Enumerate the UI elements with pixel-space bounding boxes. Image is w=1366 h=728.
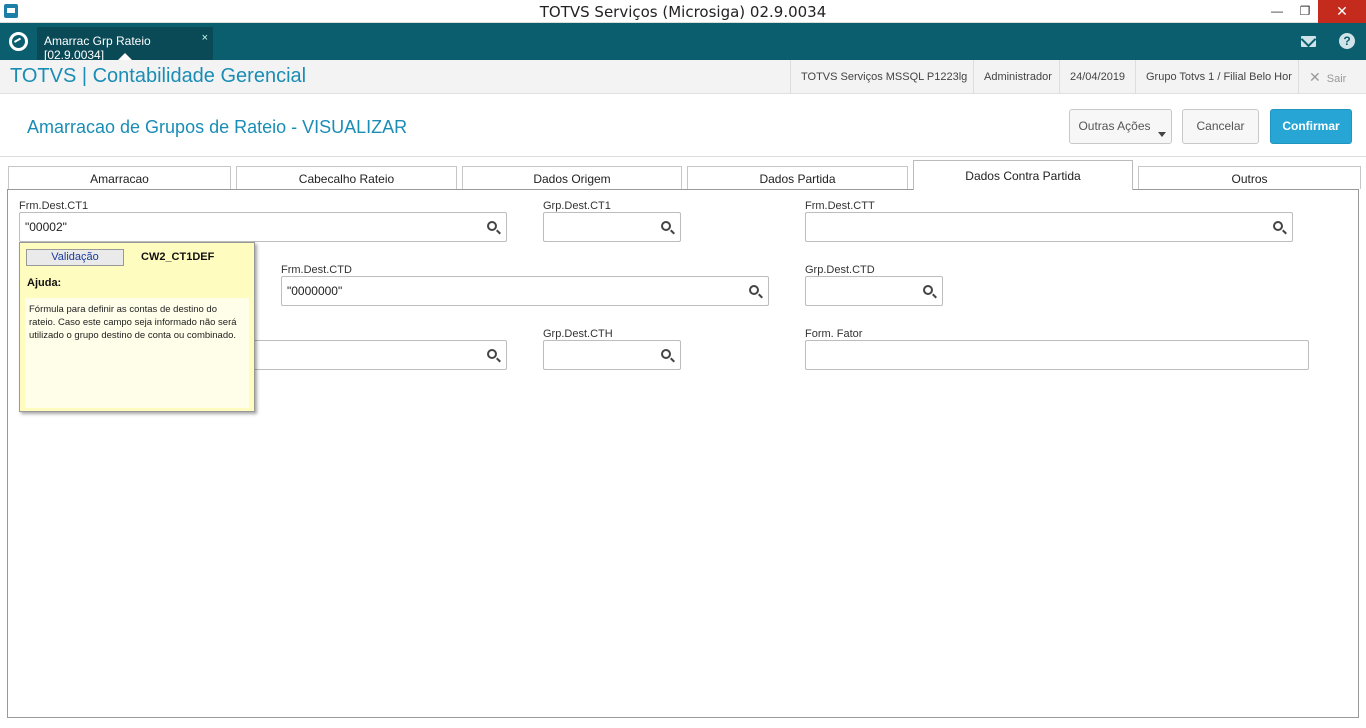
help-label: Ajuda: — [27, 277, 62, 289]
frm-dest-ct1-label: Frm.Dest.CT1 — [19, 200, 89, 212]
search-icon[interactable] — [749, 285, 759, 295]
exit-icon: ✕ — [1309, 69, 1321, 85]
user-info: Administrador — [973, 60, 1062, 94]
search-icon[interactable] — [661, 349, 671, 359]
active-tab-arrow-icon — [118, 53, 132, 60]
help-tooltip: Validação CW2_CT1DEF Ajuda: Fórmula para… — [19, 242, 255, 412]
form-header: Amarracao de Grupos de Rateio - VISUALIZ… — [8, 101, 1358, 154]
exit-label: Sair — [1326, 73, 1347, 85]
frm-dest-ctd-label: Frm.Dest.CTD — [281, 264, 352, 276]
tab-dados-origem[interactable]: Dados Origem — [462, 166, 682, 189]
help-text: Fórmula para definir as contas de destin… — [25, 298, 249, 408]
form-fator-field[interactable] — [805, 340, 1309, 370]
search-icon[interactable] — [661, 221, 671, 231]
grp-dest-ctd-label: Grp.Dest.CTD — [805, 264, 875, 276]
frm-dest-ctd-field[interactable]: "0000000" — [281, 276, 769, 306]
frm-dest-ct1-value: "00002" — [25, 220, 67, 234]
outras-acoes-button[interactable]: Outras Ações — [1069, 109, 1172, 144]
app-tabbar: Amarrac Grp Rateio [02.9.0034] × ? — [0, 23, 1366, 62]
validation-button[interactable]: Validação — [26, 249, 124, 266]
frm-dest-ctt-label: Frm.Dest.CTT — [805, 200, 875, 212]
outras-acoes-label: Outras Ações — [1078, 119, 1151, 133]
tab-dados-partida[interactable]: Dados Partida — [687, 166, 908, 189]
document-tab-label: Amarrac Grp Rateio [02.9.0034] — [44, 34, 151, 62]
tab-cabecalho-rateio[interactable]: Cabecalho Rateio — [236, 166, 457, 189]
chevron-down-icon — [1158, 132, 1166, 137]
search-icon[interactable] — [923, 285, 933, 295]
close-icon[interactable]: ✕ — [1318, 0, 1366, 23]
close-tab-icon[interactable]: × — [202, 32, 208, 44]
cancel-button[interactable]: Cancelar — [1182, 109, 1259, 144]
window-title: TOTVS Serviços (Microsiga) 02.9.0034 — [539, 3, 827, 21]
tab-dados-contra-partida[interactable]: Dados Contra Partida — [913, 160, 1133, 190]
form-fator-label: Form. Fator — [805, 328, 863, 340]
help-icon[interactable]: ? — [1339, 33, 1355, 49]
date-info: 24/04/2019 — [1059, 60, 1135, 94]
frm-dest-ct1-field[interactable]: "00002" — [19, 212, 507, 242]
totvs-logo-icon[interactable] — [9, 32, 28, 51]
field-id: CW2_CT1DEF — [141, 251, 215, 263]
grp-dest-cth-field[interactable] — [543, 340, 681, 370]
header-divider — [0, 156, 1366, 157]
mail-icon[interactable] — [1301, 36, 1316, 47]
server-info: TOTVS Serviços MSSQL P1223lg — [790, 60, 977, 94]
tab-amarracao[interactable]: Amarracao — [8, 166, 231, 189]
document-tab[interactable]: Amarrac Grp Rateio [02.9.0034] × — [37, 27, 213, 62]
form-title: Amarracao de Grupos de Rateio - VISUALIZ… — [27, 117, 408, 137]
tab-outros[interactable]: Outros — [1138, 166, 1361, 189]
exit-button[interactable]: ✕ Sair — [1298, 60, 1356, 94]
search-icon[interactable] — [487, 221, 497, 231]
restore-icon[interactable]: ❐ — [1290, 0, 1320, 23]
frm-dest-ctt-field[interactable] — [805, 212, 1293, 242]
branch-info: Grupo Totvs 1 / Filial Belo Hor — [1135, 60, 1302, 94]
grp-dest-cth-label: Grp.Dest.CTH — [543, 328, 613, 340]
confirm-button[interactable]: Confirmar — [1270, 109, 1352, 144]
minimize-icon[interactable]: — — [1262, 0, 1292, 23]
window-titlebar: TOTVS Serviços (Microsiga) 02.9.0034 — ❐… — [0, 0, 1366, 23]
module-header: TOTVS | Contabilidade Gerencial TOTVS Se… — [0, 60, 1366, 94]
search-icon[interactable] — [487, 349, 497, 359]
search-icon[interactable] — [1273, 221, 1283, 231]
module-title: TOTVS | Contabilidade Gerencial — [10, 65, 307, 87]
grp-dest-ct1-label: Grp.Dest.CT1 — [543, 200, 611, 212]
frm-dest-ctd-value: "0000000" — [287, 284, 343, 298]
grp-dest-ct1-field[interactable] — [543, 212, 681, 242]
grp-dest-ctd-field[interactable] — [805, 276, 943, 306]
